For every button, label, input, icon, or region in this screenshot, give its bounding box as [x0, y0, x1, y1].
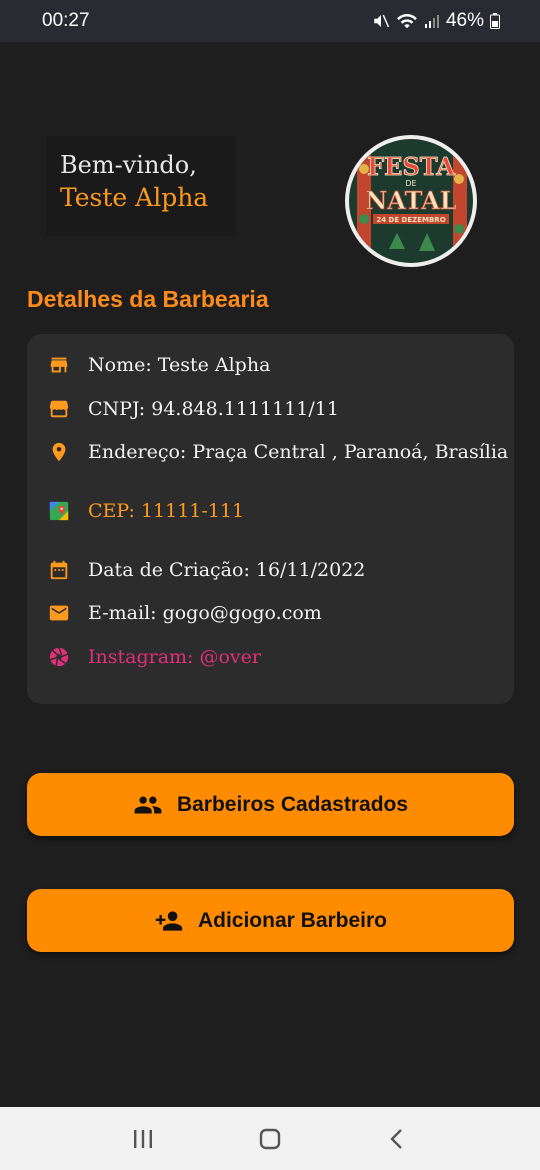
detail-data-criacao-text: Data de Criação: 16/11/2022: [88, 559, 366, 581]
detail-email-text: E-mail: gogo@gogo.com: [88, 602, 322, 624]
status-icons: 46%: [372, 10, 500, 32]
section-title: Detalhes da Barbearia: [27, 286, 269, 312]
calendar-icon: [47, 558, 71, 582]
recents-icon: [134, 1129, 153, 1148]
detail-instagram-text: Instagram: @over: [88, 646, 261, 668]
welcome-greeting: Bem-vindo,: [60, 151, 197, 179]
status-time: 00:27: [42, 10, 90, 31]
detail-cnpj-text: CNPJ: 94.848.1111111/11: [88, 398, 339, 420]
welcome-user-name: Teste Alpha: [60, 183, 209, 212]
detail-cnpj: CNPJ: 94.848.1111111/11: [47, 397, 339, 421]
signal-icon: [424, 13, 440, 29]
detail-endereco-text: Endereço: Praça Central , Paranoá, Brasí…: [88, 441, 509, 463]
detail-cep-text: CEP: 11111-111: [88, 500, 245, 522]
detail-instagram[interactable]: Instagram: @over: [47, 645, 261, 669]
store-icon: [47, 353, 71, 377]
poster-title-1: FESTA: [367, 152, 455, 181]
location-pin-icon: [47, 440, 71, 464]
instagram-icon: [47, 645, 71, 669]
back-icon: [389, 1128, 402, 1149]
adicionar-barbeiro-button[interactable]: Adicionar Barbeiro: [27, 889, 514, 952]
battery-icon: [490, 13, 500, 29]
google-maps-icon: [47, 499, 71, 523]
barbeiros-cadastrados-label: Barbeiros Cadastrados: [176, 792, 409, 816]
detail-email[interactable]: E-mail: gogo@gogo.com: [47, 601, 322, 625]
detail-endereco: Endereço: Praça Central , Paranoá, Brasí…: [47, 440, 508, 464]
home-button[interactable]: [250, 1119, 290, 1159]
group-icon: [133, 794, 163, 816]
barbeiros-cadastrados-button[interactable]: Barbeiros Cadastrados: [27, 773, 514, 836]
status-bar: 00:27 46%: [0, 0, 540, 42]
barbershop-avatar[interactable]: FESTA DE NATAL 24 DE DEZEMBRO: [345, 135, 477, 267]
detail-data-criacao: Data de Criação: 16/11/2022: [47, 558, 365, 582]
wifi-icon: [396, 12, 418, 30]
poster-title-2: NATAL: [365, 186, 456, 215]
person-add-icon: [154, 909, 184, 933]
recent-apps-button[interactable]: [123, 1119, 163, 1159]
details-card: Nome: Teste Alpha CNPJ: 94.848.1111111/1…: [27, 334, 514, 704]
mute-icon: [372, 12, 390, 30]
welcome-block: Bem-vindo, Teste Alpha: [46, 136, 236, 236]
adicionar-barbeiro-label: Adicionar Barbeiro: [197, 908, 388, 932]
back-button[interactable]: [377, 1119, 417, 1159]
storefront-icon: [47, 397, 71, 421]
detail-cep[interactable]: CEP: 11111-111: [47, 499, 244, 523]
poster-date: 24 DE DEZEMBRO: [376, 216, 445, 224]
mail-icon: [47, 601, 71, 625]
detail-nome: Nome: Teste Alpha: [47, 353, 270, 377]
battery-text: 46%: [445, 10, 484, 31]
system-nav-bar: [0, 1107, 540, 1170]
avatar-image: FESTA DE NATAL 24 DE DEZEMBRO: [349, 139, 473, 263]
home-icon: [259, 1128, 281, 1149]
detail-nome-text: Nome: Teste Alpha: [88, 354, 271, 376]
